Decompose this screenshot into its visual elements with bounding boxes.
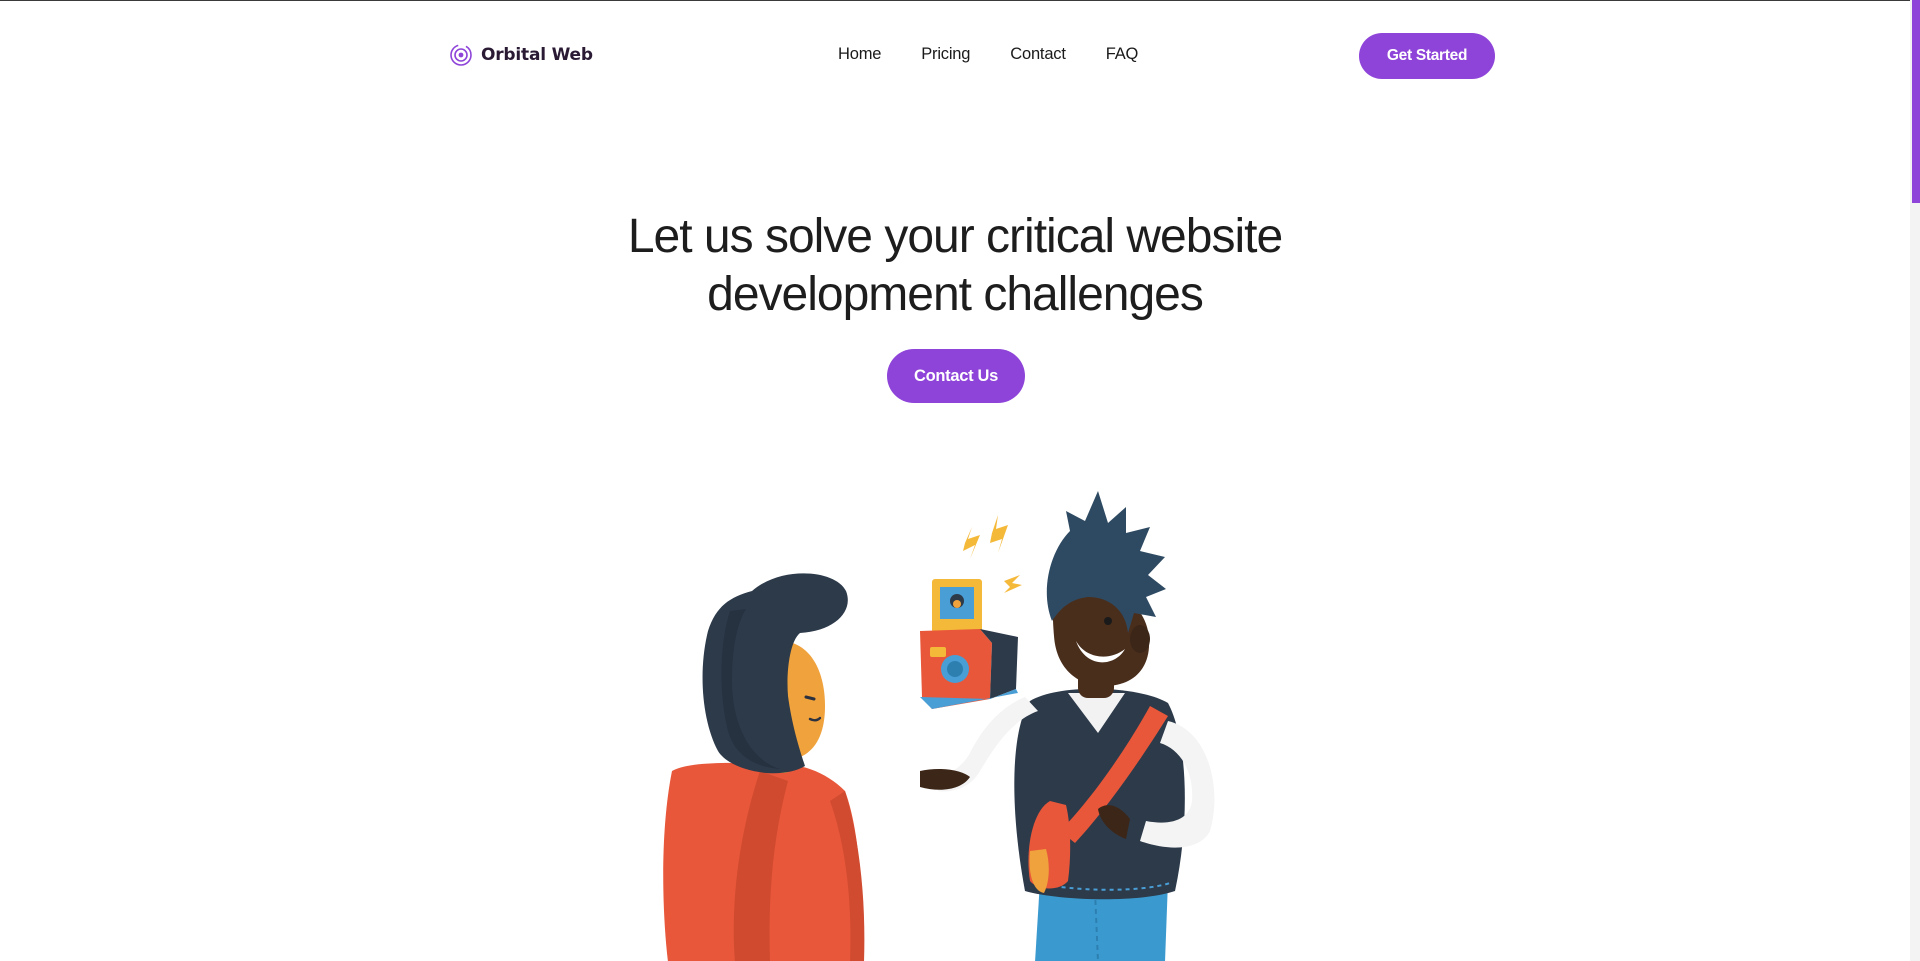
contact-us-button[interactable]: Contact Us: [887, 349, 1025, 403]
hero-illustration: [663, 491, 1215, 961]
main-menu: Home Pricing Contact FAQ: [838, 45, 1138, 64]
nav-link-home[interactable]: Home: [838, 45, 881, 64]
get-started-button[interactable]: Get Started: [1359, 33, 1495, 79]
hero-title: Let us solve your critical website devel…: [0, 208, 1910, 324]
nav-link-faq[interactable]: FAQ: [1106, 45, 1139, 64]
instant-camera-illustration: [920, 515, 1022, 709]
page-scrollbar[interactable]: [1910, 0, 1920, 961]
nav-link-pricing[interactable]: Pricing: [921, 45, 970, 64]
nav-link-contact[interactable]: Contact: [1010, 45, 1066, 64]
man-figure: [920, 491, 1215, 961]
scrollbar-thumb[interactable]: [1912, 0, 1920, 203]
hero-title-line-1: Let us solve your critical website: [627, 210, 1283, 263]
hero-title-line-2: development challenges: [707, 268, 1204, 321]
brand-name: Orbital Web: [481, 45, 593, 65]
top-navigation: Orbital Web Home Pricing Contact FAQ Get…: [0, 1, 1910, 111]
brand-logo-link[interactable]: Orbital Web: [449, 43, 593, 67]
page-viewport: Orbital Web Home Pricing Contact FAQ Get…: [0, 0, 1910, 961]
woman-figure: [663, 573, 865, 961]
orbit-target-icon: [450, 44, 472, 66]
